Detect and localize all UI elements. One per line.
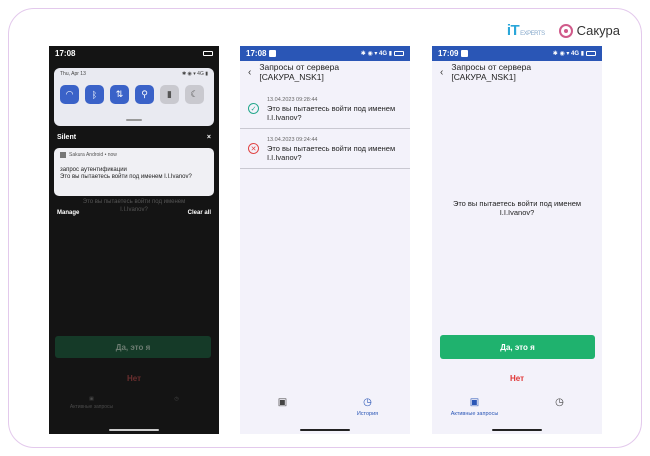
status-time: 17:08 <box>55 49 76 58</box>
qs-status-icons: ✱ ◉ ▾ 4G ▮ <box>181 71 208 77</box>
sakura-logo-icon <box>558 23 573 38</box>
app-bar: ‹ Запросы от сервера [САКУРА_NSK1] <box>432 61 602 83</box>
tab-history-label: История <box>356 411 379 417</box>
status-icons: ✱ ◉ ▾ 4G ▮ <box>552 51 584 57</box>
yes-button-dimmed: Да, это я <box>55 336 211 358</box>
screen-title: Запросы от сервера [САКУРА_NSK1] <box>451 62 532 82</box>
app-icon <box>60 152 66 158</box>
close-icon[interactable]: × <box>207 134 211 141</box>
battery-icon <box>586 51 596 56</box>
battery-icon <box>203 51 213 56</box>
dark-mode-tile-icon[interactable]: ☾ <box>185 85 204 104</box>
tab-active-requests[interactable]: ▣ Активные запросы <box>440 397 510 418</box>
app-status-icon <box>269 50 277 57</box>
tab-active-label: Активные запросы <box>450 411 499 417</box>
phone-active-request-screen: 17:09 ✱ ◉ ▾ 4G ▮ ‹ Запросы от сервера [С… <box>432 46 602 434</box>
app-status-icon <box>461 50 469 57</box>
sakura-logo: Сакура <box>558 23 620 38</box>
auth-question: Это вы пытаетесь войти под именем I.I.Iva… <box>452 199 582 217</box>
wifi-tile-icon[interactable]: ◠ <box>60 85 79 104</box>
bottom-nav: ▣ Активные запросы ◷ <box>432 398 602 426</box>
home-indicator[interactable] <box>492 429 542 431</box>
app-bar: ‹ Запросы от сервера [САКУРА_NSK1] <box>240 61 410 83</box>
tab-history[interactable]: ◷ <box>525 398 595 408</box>
notif-text: Это вы пытаетесь войти под именем I.I.Iv… <box>60 174 192 180</box>
logos: iTEXPERTS Сакура <box>507 22 620 39</box>
request-row-approved[interactable]: ✓ 13.04.2023 09:28:44 Это вы пытаетесь в… <box>240 89 410 129</box>
status-bar: 17:08 <box>49 46 219 61</box>
back-arrow-icon[interactable]: ‹ <box>440 67 443 78</box>
bottom-nav-dimmed: ▣ Активные запросы ◷ <box>49 396 219 426</box>
screen-title: Запросы от сервера [САКУРА_NSK1] <box>259 62 340 82</box>
request-row-rejected[interactable]: ✕ 13.04.2023 09:24:44 Это вы пытаетесь в… <box>240 129 410 169</box>
notif-title: запрос аутентификации <box>60 167 127 173</box>
request-timestamp: 13.04.2023 09:24:44 <box>267 137 318 143</box>
request-text: Это вы пытаетесь войти под именем I.I.Iva… <box>267 144 396 162</box>
bluetooth-tile-icon[interactable]: ᛒ <box>85 85 104 104</box>
location-tile-icon[interactable]: ⚲ <box>135 85 154 104</box>
history-icon: ◷ <box>555 397 564 408</box>
active-requests-icon: ▣ <box>469 397 480 408</box>
silent-label: Silent <box>57 133 77 141</box>
status-bar: 17:09 ✱ ◉ ▾ 4G ▮ <box>432 46 602 61</box>
history-icon: ◷ <box>363 397 372 408</box>
tab-active-label: Активные запросы <box>69 404 114 410</box>
status-time: 17:09 <box>438 49 459 58</box>
shade-actions: Manage Clear all <box>49 210 219 216</box>
phone-history-screen: 17:08 ✱ ◉ ▾ 4G ▮ ‹ Запросы от сервера [С… <box>240 46 410 434</box>
it-experts-logo: iTEXPERTS <box>506 22 545 39</box>
home-indicator[interactable] <box>300 429 350 431</box>
mobile-data-tile-icon[interactable]: ⇅ <box>110 85 129 104</box>
request-timestamp: 13.04.2023 09:28:44 <box>267 97 318 103</box>
status-time: 17:08 <box>246 49 267 58</box>
history-icon: ◷ <box>174 396 179 402</box>
active-requests-icon: ▣ <box>277 397 288 408</box>
qs-drag-handle[interactable] <box>126 119 142 121</box>
tab-history[interactable]: ◷ История <box>333 397 403 418</box>
check-circle-icon: ✓ <box>248 103 259 114</box>
tab-active-requests[interactable]: ▣ <box>248 398 318 408</box>
silent-section-header: Silent × <box>49 130 219 144</box>
yes-button[interactable]: Да, это я <box>440 335 595 359</box>
quick-settings-panel: Thu, Apr 13 ✱ ◉ ▾ 4G ▮ ◠ ᛒ ⇅ ⚲ ▮ ☾ <box>54 68 214 126</box>
cross-circle-icon: ✕ <box>248 143 259 154</box>
auth-notification[interactable]: Sakura Android • now запрос аутентификац… <box>54 148 214 196</box>
status-icons: ✱ ◉ ▾ 4G ▮ <box>360 51 392 57</box>
no-button-dimmed: Нет <box>126 374 142 383</box>
flashlight-tile-icon[interactable]: ▮ <box>160 85 179 104</box>
notif-app-name: Sakura Android • now <box>69 152 117 158</box>
home-indicator[interactable] <box>109 429 159 431</box>
clear-all-button[interactable]: Clear all <box>188 210 211 216</box>
bottom-nav: ▣ ◷ История <box>240 398 410 426</box>
back-arrow-icon[interactable]: ‹ <box>248 67 251 78</box>
request-text: Это вы пытаетесь войти под именем I.I.Iva… <box>267 104 396 122</box>
sakura-logo-text: Сакура <box>576 23 620 38</box>
battery-icon <box>394 51 404 56</box>
status-bar: 17:08 ✱ ◉ ▾ 4G ▮ <box>240 46 410 61</box>
manage-button[interactable]: Manage <box>57 210 79 216</box>
no-button[interactable]: Нет <box>432 374 602 383</box>
qs-date: Thu, Apr 13 <box>60 71 86 77</box>
phone-notification-shade: 17:08 Thu, Apr 13 ✱ ◉ ▾ 4G ▮ ◠ ᛒ ⇅ ⚲ ▮ ☾ … <box>49 46 219 434</box>
active-requests-icon: ▣ <box>89 396 94 402</box>
